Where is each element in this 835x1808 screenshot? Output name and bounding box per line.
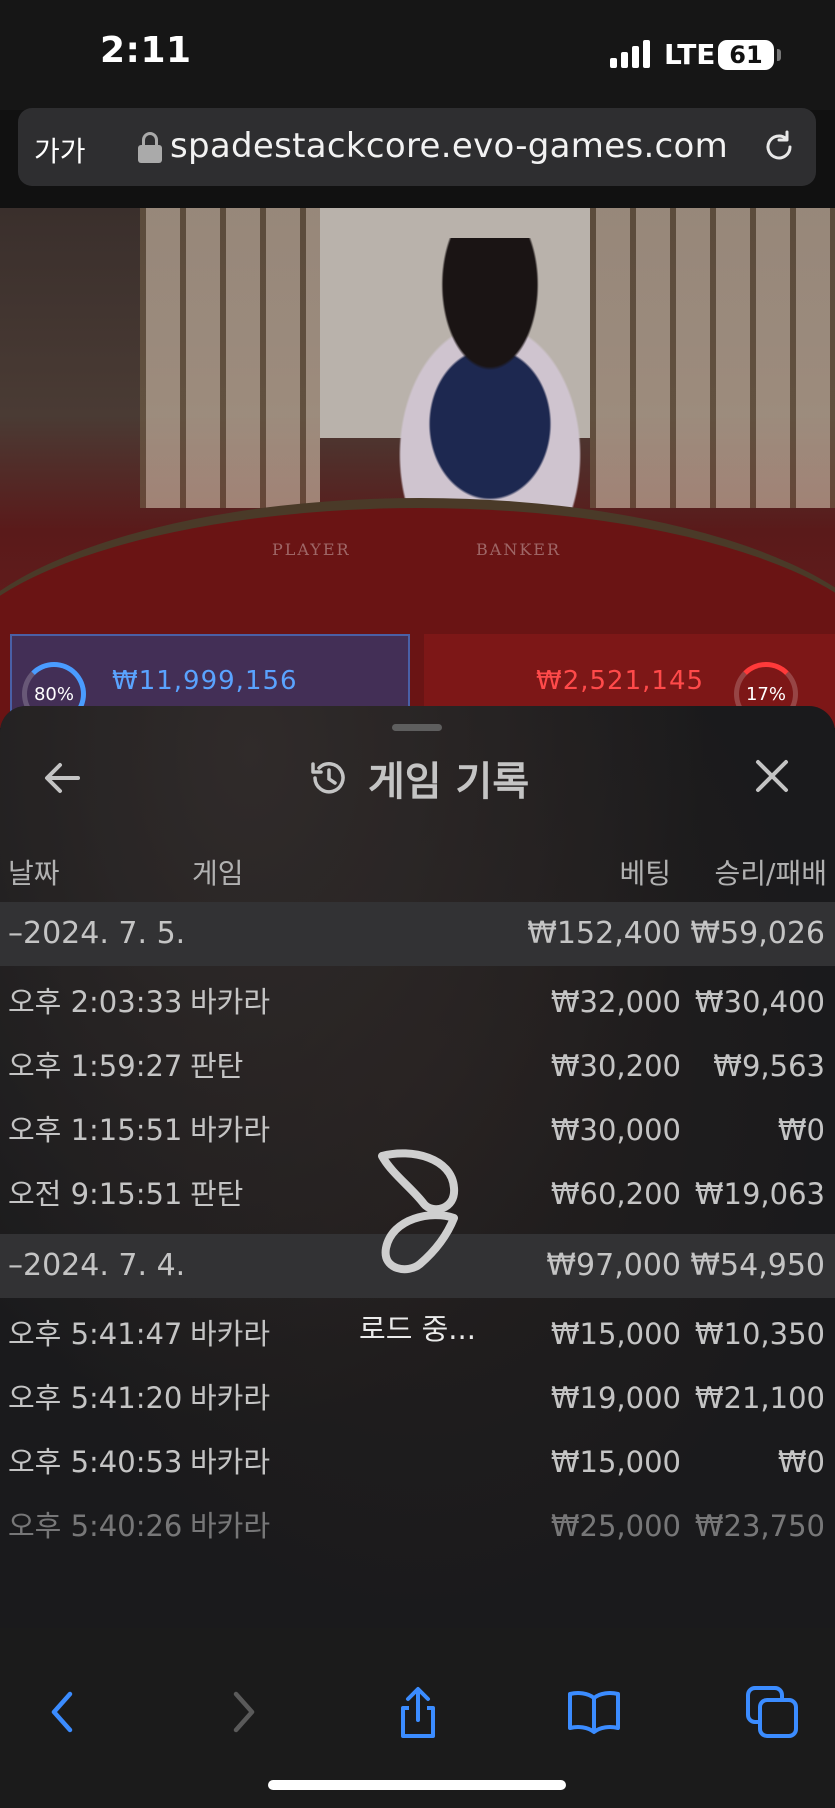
url-text[interactable]: spadestackcore.evo-games.com xyxy=(170,126,728,166)
banker-table-label: BANKER xyxy=(476,540,561,559)
live-dealer-video: PLAYER BANKER 80% ₩11,999,156 ₩2,521,145… xyxy=(0,208,835,728)
bookmarks-icon[interactable] xyxy=(566,1684,622,1740)
forward-icon[interactable] xyxy=(214,1684,270,1740)
lock-icon xyxy=(136,132,164,164)
share-icon[interactable] xyxy=(390,1684,446,1740)
loading-text: 로드 중... xyxy=(359,1312,476,1346)
clock: 2:11 xyxy=(100,30,192,71)
player-amount: ₩11,999,156 xyxy=(112,666,298,696)
tabs-icon[interactable] xyxy=(744,1684,800,1740)
banker-amount: ₩2,521,145 xyxy=(536,666,705,696)
player-table-label: PLAYER xyxy=(272,540,351,559)
back-icon[interactable] xyxy=(36,1684,92,1740)
game-history-sheet: 게임 기록 날짜 게임 베팅 승리/패배 –2024. 7. 5. ₩152,4… xyxy=(0,706,835,1628)
reload-icon[interactable] xyxy=(760,128,798,166)
lattice-screen xyxy=(140,208,320,508)
address-bar[interactable]: 가가 spadestackcore.evo-games.com xyxy=(18,108,816,186)
text-size-button[interactable]: 가가 xyxy=(34,130,86,170)
battery-icon: 61 xyxy=(718,40,781,70)
status-bar: 2:11 LTE 61 xyxy=(0,0,835,110)
loading-spinner-icon xyxy=(378,1149,459,1274)
home-indicator[interactable] xyxy=(268,1780,566,1790)
signal-icon xyxy=(610,40,652,68)
network-type: LTE xyxy=(664,38,716,71)
